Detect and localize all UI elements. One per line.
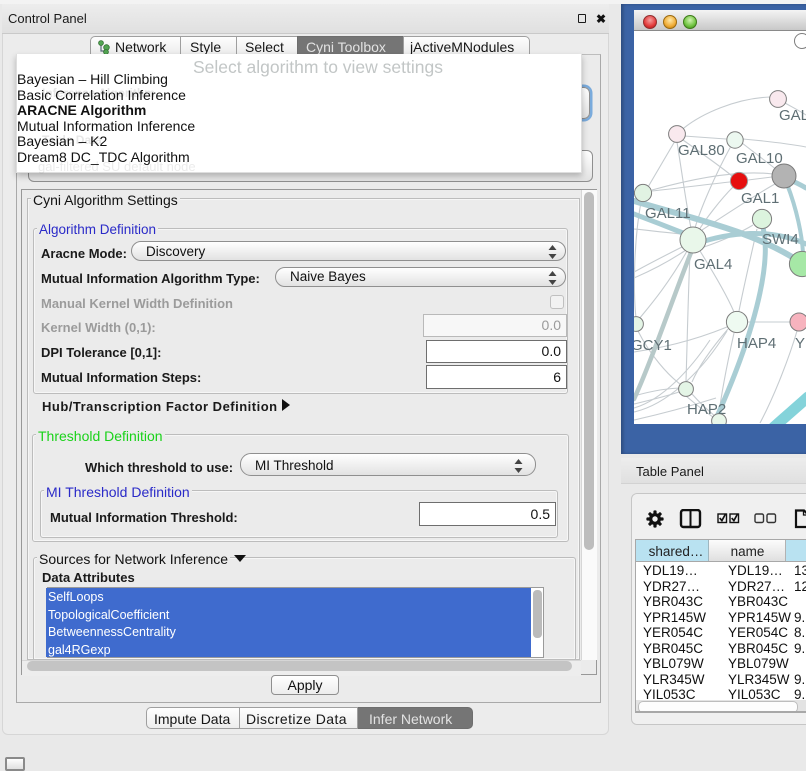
- svg-text:HAP2: HAP2: [687, 401, 726, 418]
- svg-text:HAP4: HAP4: [737, 335, 776, 352]
- svg-text:GAL11: GAL11: [645, 205, 691, 222]
- svg-text:GAL10: GAL10: [736, 150, 783, 167]
- svg-text:GAL80: GAL80: [678, 142, 725, 159]
- svg-text:GAL1: GAL1: [741, 190, 779, 207]
- svg-text:Y: Y: [795, 335, 805, 352]
- svg-text:GAL: GAL: [779, 107, 806, 124]
- svg-text:SWI4: SWI4: [762, 231, 799, 248]
- svg-text:GAL4: GAL4: [694, 256, 732, 273]
- svg-text:GCY1: GCY1: [634, 337, 672, 354]
